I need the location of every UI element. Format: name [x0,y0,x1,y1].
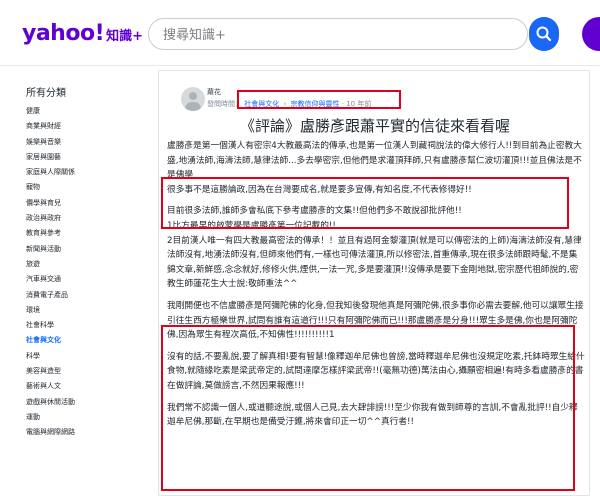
sidebar-item[interactable]: 寵物 [26,180,75,195]
avatar-body-shape [185,102,201,111]
breadcrumb-separator: › [283,100,287,108]
yahoo-logo[interactable]: yahoo! 知識+ [22,21,143,46]
sidebar-item[interactable]: 健康 [26,104,75,119]
search-input[interactable] [163,25,503,45]
sidebar-item[interactable]: 娛樂與音樂 [26,135,75,150]
question-card: 蘿花 發問時間： 社會與文化 › 宗教信仰與靈性 · 10 年前 《評論》盧勝彥… [158,70,590,496]
sidebar-item[interactable]: 家庭與人際關係 [26,165,75,180]
sidebar-item[interactable]: 電腦與網際網路 [26,425,75,440]
sidebar-item[interactable]: 政治與政府 [26,211,75,226]
sidebar-item[interactable]: 教育與參考 [26,226,75,241]
sidebar-item[interactable]: 藝術與人文 [26,379,75,394]
sidebar-item[interactable]: 家居與園藝 [26,150,75,165]
sidebar-item[interactable]: 新聞與活動 [26,242,75,257]
body-paragraph: 我剛開便也不信盧勝彥是阿彌陀佛的化身,但我知後發現他真是阿彌陀佛,很多事你必需去… [167,300,584,341]
sidebar-item[interactable]: 價學與育兒 [26,196,75,211]
search-box [148,18,528,50]
sidebar-item[interactable]: 社會科學 [26,318,75,333]
sidebar-item-active[interactable]: 社會與文化 [26,333,75,348]
sidebar-item[interactable]: 美容與造型 [26,364,75,379]
sidebar-item[interactable]: 旅遊 [26,257,75,272]
avatar[interactable] [181,87,205,111]
sidebar-item[interactable]: 汽車與交通 [26,272,75,287]
body-paragraph: 1比方最早的啟蒙學是盧勝彥第一位記載的!! [167,220,336,231]
logo-product-name: 知識+ [106,29,144,44]
sidebar-item[interactable]: 商業與財經 [26,119,75,134]
sidebar-item[interactable]: 環境 [26,303,75,318]
sidebar-title: 所有分類 [26,88,66,99]
category-sidebar: 所有分類 健康 商業與財經 娛樂與音樂 家居與園藝 家庭與人際關係 寵物 價學與… [0,78,150,496]
body-spacer [167,343,585,350]
question-meta: 發問時間： 社會與文化 › 宗教信仰與靈性 · 10 年前 [207,99,371,109]
body-paragraph: 很多事不是這勝論政,因為在台灣要成名,就是要多宣傳,有知名度,不代表修得好!! [167,184,472,195]
ask-question-button[interactable] [582,17,600,51]
question-title: 《評論》盧勝彥跟蕭平實的信徒來看看喔 [239,117,510,135]
sidebar-item[interactable]: 遊戲與休閒活動 [26,395,75,410]
body-paragraph: 我們常不認識一個人,或道聽途說,或個人己見,去大肆誹謗!!!至少你我有做到師尊的… [167,402,578,428]
body-paragraph: 2目前漢人唯一有四大教最高密法的傳承！！並且有過阿金黎灌頂(就是可以傳密法的上師… [167,235,582,290]
category-list: 健康 商業與財經 娛樂與音樂 家居與園藝 家庭與人際關係 寵物 價學與育兒 政治… [26,104,75,441]
breadcrumb-subcategory[interactable]: 宗教信仰與靈性 [291,100,340,108]
time-ago: · 10 年前 [341,100,372,108]
body-spacer [167,197,585,204]
sidebar-item[interactable]: 消費電子產品 [26,288,75,303]
sidebar-item[interactable]: 運動 [26,410,75,425]
search-button[interactable] [529,17,559,51]
logo-wordmark: yahoo! [22,21,105,46]
breadcrumb-category[interactable]: 社會與文化 [244,100,279,108]
avatar-head-shape [189,92,197,100]
meta-prefix: 發問時間： [207,100,242,108]
body-spacer [167,292,585,299]
body-paragraph: 目前很多法師,誰師多會私底下參考盧勝彥的文集!!但他們多不敢說卻批評他!! [167,206,462,217]
body-paragraph: 盧勝彥是第一個漢人有密宗4大教最高法的傳承,也是第一位漢人到藏祠說法的偉大修行人… [167,141,582,181]
sidebar-item[interactable]: 科學 [26,349,75,364]
body-paragraph: 沒有的話,不要亂說,要了解真相!要有智慧!像釋迦牟尼佛也曾謗,當時釋迦牟尼佛也沒… [167,351,585,391]
body-spacer [167,394,585,401]
question-body: 盧勝彥是第一個漢人有密宗4大教最高法的傳承,也是第一位漢人到藏祠說法的偉大修行人… [167,139,585,430]
top-bar: yahoo! 知識+ [0,0,600,66]
search-icon [536,26,552,42]
author-name[interactable]: 蘿花 [207,87,221,97]
